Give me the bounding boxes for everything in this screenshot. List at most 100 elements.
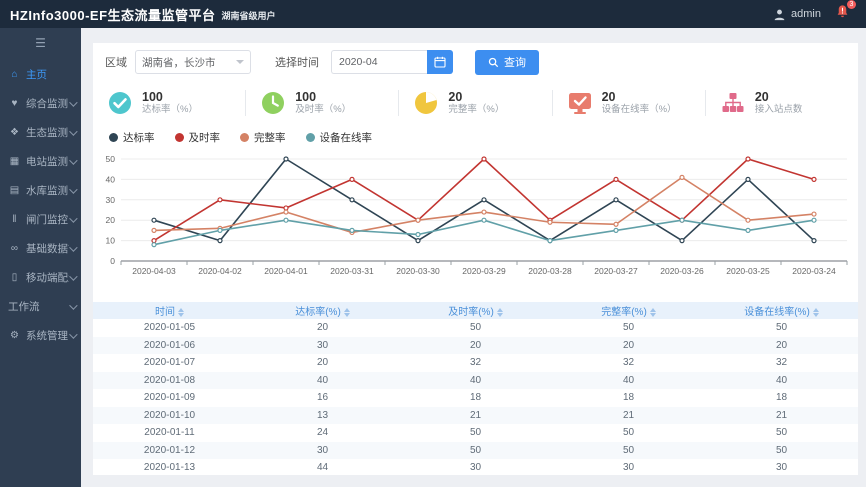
table-cell: 50 (469, 322, 482, 334)
gear-icon: ⚙ (10, 330, 19, 341)
table-row[interactable]: 2020-01-11 24 50 50 50 (93, 424, 858, 442)
sort-icon[interactable] (343, 307, 350, 317)
search-button[interactable]: 查询 (475, 49, 539, 75)
sort-icon[interactable] (178, 307, 184, 317)
table-row[interactable]: 2020-01-09 16 18 18 18 (93, 389, 858, 407)
data-point (415, 231, 421, 238)
y-axis-tick-label: 30 (106, 195, 116, 205)
sidebar-item-reservoir[interactable]: ▤ 水库监测 (0, 176, 81, 205)
table-cell: 2020-01-10 (93, 406, 246, 424)
table-row[interactable]: 2020-01-07 20 32 32 32 (93, 354, 858, 372)
column-header-label: 达标率(%) (295, 307, 341, 318)
legend-item-0[interactable]: 达标率 (109, 130, 155, 145)
legend-dot (305, 132, 315, 142)
region-select[interactable]: 湖南省，长沙市 (135, 50, 251, 74)
data-point (283, 156, 289, 162)
y-axis-tick-label: 0 (110, 256, 115, 266)
table-row[interactable]: 2020-01-05 20 50 50 50 (93, 319, 858, 337)
data-point (547, 219, 553, 225)
legend-item-3[interactable]: 设备在线率 (305, 130, 372, 145)
data-point (481, 197, 487, 203)
kpi-value: 100 (142, 90, 163, 104)
table-head: 时间 达标率(%) 及时率(%) 完整率(%) 设备在线率(%) (93, 302, 858, 319)
legend-item-2[interactable]: 完整率 (240, 130, 286, 145)
column-header-label: 设备在线率(%) (744, 307, 810, 318)
flow-rate-line-chart[interactable]: 0 10 20 30 40 50 2020-04-03 2020-04-02 2020-04-0… (97, 147, 854, 289)
table-cell: 2020-01-06 (93, 336, 246, 354)
table-cell: 24 (316, 427, 329, 439)
x-axis-tick-label: 2020-03-27 (594, 266, 638, 276)
column-header-4[interactable]: 设备在线率(%) (705, 302, 858, 319)
chevron-down-icon (69, 213, 78, 223)
calendar-button[interactable] (427, 50, 453, 74)
date-input[interactable] (331, 50, 427, 74)
x-axis-tick-label: 2020-03-30 (396, 266, 440, 276)
data-point (217, 237, 223, 244)
kpi-value: 20 (448, 90, 463, 104)
sidebar-collapse-button[interactable]: ☰ (0, 28, 81, 60)
table-cell: 2020-01-05 (143, 322, 196, 334)
sidebar-item-ecology[interactable]: ❖ 生态监测 (0, 118, 81, 147)
notification-badge: 3 (847, 0, 856, 9)
column-header-2[interactable]: 及时率(%) (399, 302, 552, 319)
column-header-3[interactable]: 完整率(%) (552, 302, 705, 319)
user-menu[interactable]: admin (773, 8, 821, 21)
sidebar-item-gate[interactable]: ‖ 闸门监控 (0, 205, 81, 234)
date-picker-group (331, 50, 453, 74)
sort-icon[interactable] (812, 307, 819, 317)
sidebar-item-power-station[interactable]: ▦ 电站监测 (0, 147, 81, 176)
sort-icon[interactable] (496, 307, 503, 317)
column-header-0[interactable]: 时间 (93, 302, 246, 319)
data-point (349, 176, 355, 183)
alarm-bell-button[interactable]: 3 (835, 0, 856, 24)
sidebar-item-label: 基础数据管理 (26, 243, 69, 255)
table-row[interactable]: 2020-01-06 30 20 20 20 (93, 336, 858, 354)
search-button-label: 查询 (504, 57, 526, 69)
dashboard-card: 区域 湖南省，长沙市 选择时间 2020-04 查询 100 达标率（%） 10… (93, 43, 858, 475)
column-header-1[interactable]: 达标率(%) (246, 302, 399, 319)
data-point (745, 217, 751, 223)
x-axis-tick-label: 2020-03-26 (660, 266, 704, 276)
legend-dot (240, 132, 249, 142)
sidebar-item-system-mgmt[interactable]: ⚙ 系统管理 (0, 321, 81, 350)
hamburger-icon: ☰ (35, 36, 46, 50)
chart-area: 0 10 20 30 40 50 2020-04-03 2020-04-02 2020-04-0… (93, 147, 858, 294)
time-label: 选择时间 (275, 57, 319, 69)
sidebar-item-workflow[interactable]: 工作流 (0, 292, 81, 321)
chevron-down-icon (69, 271, 78, 281)
sidebar-item-home[interactable]: ⌂ 主页 (0, 60, 81, 89)
table-row[interactable]: 2020-01-13 44 30 30 30 (93, 459, 858, 477)
link-icon: ∞ (10, 243, 19, 254)
table-cell: 20 (399, 336, 552, 354)
gate-icon: ‖ (12, 214, 17, 225)
x-axis-tick-label: 2020-03-24 (792, 266, 836, 276)
sidebar-item-basic-data[interactable]: ∞ 基础数据管理 (0, 234, 81, 263)
legend-item-1[interactable]: 及时率 (174, 130, 220, 145)
table-cell: 21 (552, 406, 705, 424)
kpi-label: 完整率（%） (448, 104, 505, 115)
table-row[interactable]: 2020-01-08 40 40 40 40 (93, 371, 858, 389)
data-point (745, 156, 751, 162)
sidebar-item-label: 综合监测 (26, 98, 68, 110)
table-cell: 30 (622, 462, 635, 474)
sidebar-item-mobile-config[interactable]: ▯ 移动端配置 (0, 263, 81, 292)
sidebar-item-label: 系统管理 (26, 330, 68, 342)
sort-icon[interactable] (649, 307, 656, 317)
y-axis-tick-label: 50 (106, 154, 116, 164)
table-cell: 32 (775, 357, 788, 369)
table-row[interactable]: 2020-01-12 30 50 50 50 (93, 441, 858, 459)
table-cell: 21 (705, 406, 858, 424)
table-row[interactable]: 2020-01-10 13 21 21 21 (93, 406, 858, 424)
data-point (481, 156, 487, 162)
sidebar-item-comprehensive[interactable]: ♥ 综合监测 (0, 89, 81, 118)
legend-label: 完整率 (254, 131, 286, 144)
user-icon (774, 9, 785, 20)
table-cell: 2020-01-08 (93, 371, 246, 389)
region-select-value: 湖南省，长沙市 (142, 56, 216, 69)
data-point (151, 237, 157, 244)
chevron-down-icon (236, 60, 244, 64)
data-point (679, 237, 685, 244)
table-cell: 30 (469, 462, 482, 474)
data-point (349, 197, 355, 203)
x-axis-tick-label: 2020-03-29 (462, 266, 506, 276)
